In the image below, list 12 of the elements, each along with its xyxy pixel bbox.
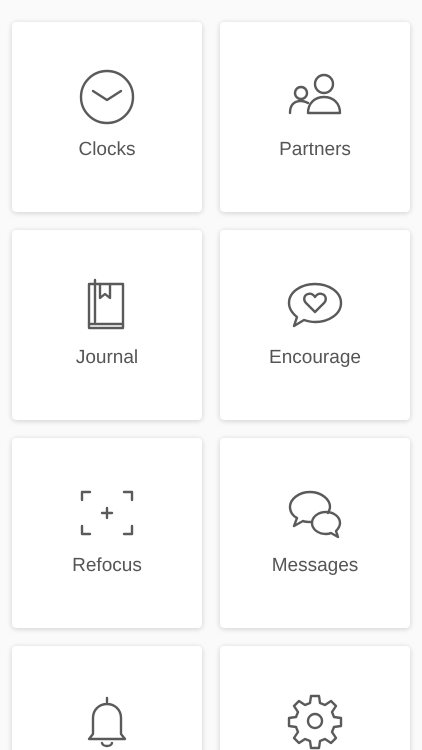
tile-label: Encourage: [269, 348, 361, 369]
tile-label: Partners: [279, 140, 351, 161]
menu-tile[interactable]: Messages: [220, 438, 410, 628]
tile-label: Clocks: [78, 140, 136, 161]
tile-label: Journal: [76, 348, 138, 369]
menu-tile[interactable]: Encourage: [220, 230, 410, 420]
menu-tile[interactable]: Refocus: [12, 438, 202, 628]
menu-tile[interactable]: Partners: [220, 22, 410, 212]
tile-label: Refocus: [72, 556, 142, 577]
tile-label: Messages: [272, 556, 358, 577]
menu-tile[interactable]: Journal: [12, 230, 202, 420]
menu-tile[interactable]: Clocks: [12, 22, 202, 212]
